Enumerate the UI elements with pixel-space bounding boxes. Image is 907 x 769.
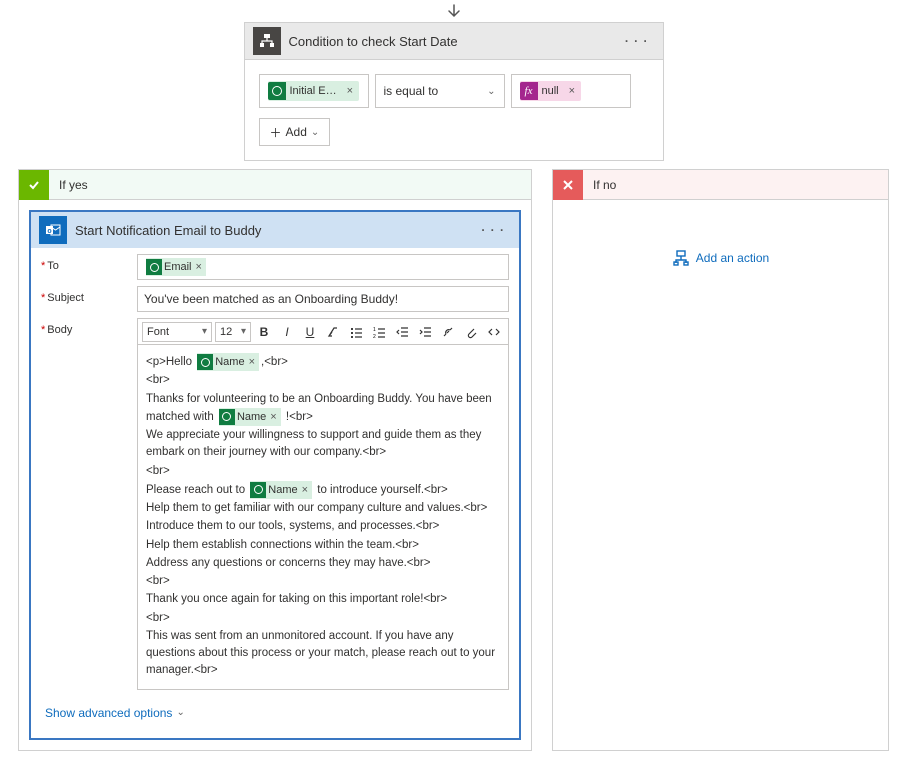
if-yes-header: If yes (19, 170, 531, 200)
rich-text-toolbar: Font▾ 12▾ B I U (137, 318, 509, 344)
remove-token-icon[interactable]: × (245, 354, 259, 371)
indent-button[interactable] (415, 322, 435, 342)
add-condition-button[interactable]: ＋ Add ⌄ (259, 118, 331, 146)
font-size-dropdown[interactable]: 12▾ (215, 322, 251, 342)
condition-menu-button[interactable]: · · · (619, 34, 655, 48)
add-action-icon (672, 250, 690, 266)
flow-arrow-down-icon (0, 0, 907, 22)
italic-button[interactable]: I (277, 322, 297, 342)
condition-operator-dropdown[interactable]: is equal to ⌄ (375, 74, 505, 108)
action-menu-button[interactable]: · · · (475, 223, 511, 237)
dataverse-icon (146, 259, 162, 275)
token-name[interactable]: Name× (219, 408, 281, 426)
subject-field[interactable]: You've been matched as an Onboarding Bud… (137, 286, 509, 312)
close-icon (553, 170, 583, 200)
body-line: <br> (146, 573, 500, 590)
if-yes-branch: If yes o Start Notification Email to Bud… (18, 169, 532, 751)
to-label: *To (41, 254, 137, 272)
dataverse-icon (197, 354, 213, 370)
dataverse-icon (219, 409, 235, 425)
email-action-header[interactable]: o Start Notification Email to Buddy · · … (31, 212, 519, 248)
remove-token-icon[interactable]: × (298, 482, 312, 499)
dataverse-icon (250, 482, 266, 498)
svg-text:o: o (47, 228, 51, 235)
to-field[interactable]: Email × (137, 254, 509, 280)
underline-button[interactable]: U (300, 322, 320, 342)
attach-button[interactable] (461, 322, 481, 342)
token-name[interactable]: Name× (250, 481, 312, 499)
body-line: <br> (146, 463, 500, 480)
subject-label: *Subject (41, 286, 137, 304)
email-action-card: o Start Notification Email to Buddy · · … (29, 210, 521, 740)
condition-body: Initial E… × is equal to ⌄ fx null × ＋ A… (245, 59, 663, 160)
chevron-down-icon: ⌄ (311, 127, 319, 138)
condition-right-operand[interactable]: fx null × (511, 74, 631, 108)
body-line: Introduce them to our tools, systems, an… (146, 518, 500, 535)
font-family-dropdown[interactable]: Font▾ (142, 322, 212, 342)
remove-token-icon[interactable]: × (563, 85, 581, 97)
show-advanced-options-link[interactable]: Show advanced options ⌄ (41, 696, 509, 728)
dataverse-icon (268, 82, 286, 100)
remove-token-icon[interactable]: × (266, 409, 280, 426)
bold-button[interactable]: B (254, 322, 274, 342)
body-line: Thank you once again for taking on this … (146, 591, 500, 608)
condition-icon (253, 27, 281, 55)
plus-icon: ＋ (270, 124, 282, 141)
body-line: We appreciate your willingness to suppor… (146, 427, 500, 462)
body-line: Address any questions or concerns they m… (146, 555, 500, 572)
remove-token-icon[interactable]: × (341, 85, 359, 97)
body-line: Help them to get familiar with our compa… (146, 500, 500, 517)
fx-icon: fx (520, 82, 538, 100)
body-line: Thanks for volunteering to be an Onboard… (146, 391, 500, 427)
token-email[interactable]: Email × (146, 258, 206, 276)
svg-text:1: 1 (373, 327, 376, 333)
condition-header[interactable]: Condition to check Start Date · · · (245, 23, 663, 59)
body-line: Help them establish connections within t… (146, 537, 500, 554)
body-line: Please reach out to Name× to introduce y… (146, 481, 500, 499)
action-title: Start Notification Email to Buddy (75, 223, 475, 238)
body-editor[interactable]: <p>Hello Name×,<br><br>Thanks for volunt… (137, 344, 509, 690)
branches-container: If yes o Start Notification Email to Bud… (0, 169, 907, 769)
number-list-button[interactable]: 12 (369, 322, 389, 342)
svg-text:2: 2 (373, 334, 376, 339)
code-view-button[interactable] (484, 322, 504, 342)
add-action-button[interactable]: Add an action (563, 210, 878, 306)
link-button[interactable] (438, 322, 458, 342)
body-line: <br> (146, 610, 500, 627)
body-line: <p>Hello Name×,<br> (146, 353, 500, 371)
condition-title: Condition to check Start Date (289, 34, 619, 49)
chevron-down-icon: ⌄ (487, 86, 495, 97)
if-no-header: If no (553, 170, 888, 200)
outdent-button[interactable] (392, 322, 412, 342)
condition-left-operand[interactable]: Initial E… × (259, 74, 369, 108)
body-line: <br> (146, 372, 500, 389)
bullet-list-button[interactable] (346, 322, 366, 342)
if-no-branch: If no Add an action (552, 169, 889, 751)
chevron-down-icon: ⌄ (176, 707, 184, 718)
token-name[interactable]: Name× (197, 353, 259, 371)
condition-card: Condition to check Start Date · · · Init… (244, 22, 664, 161)
check-icon (19, 170, 49, 200)
token-null-expression[interactable]: fx null × (520, 81, 582, 101)
body-label: *Body (41, 318, 137, 336)
token-initial-e[interactable]: Initial E… × (268, 81, 360, 101)
remove-token-icon[interactable]: × (192, 261, 206, 273)
clear-format-button[interactable] (323, 322, 343, 342)
outlook-icon: o (39, 216, 67, 244)
body-line: This was sent from an unmonitored accoun… (146, 628, 500, 680)
